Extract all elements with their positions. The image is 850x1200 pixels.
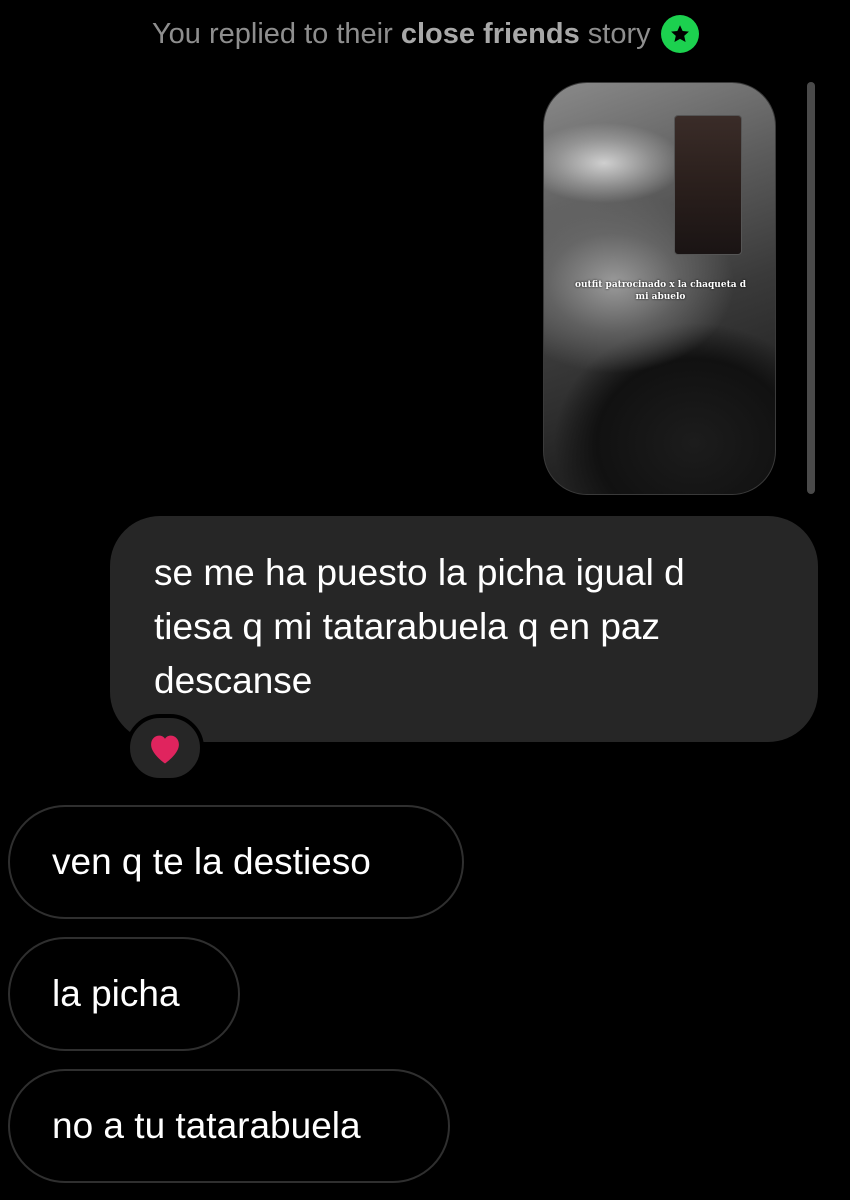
received-message-bubble[interactable]: la picha [8,937,240,1051]
scrollbar[interactable] [807,82,815,494]
story-thumbnail[interactable]: outfit patrocinado x la chaqueta d mi ab… [543,82,776,495]
context-prefix-text: You replied to their [152,17,393,50]
message-line: descanse [154,660,313,701]
message-line: tiesa q mi tatarabuela q en paz [154,606,660,647]
reaction-badge[interactable] [126,714,204,782]
story-caption-line: mi abuelo [635,292,686,302]
story-inner-photo [674,115,742,255]
close-friends-star-icon [660,15,699,53]
story-caption: outfit patrocinado x la chaqueta d mi ab… [544,279,775,303]
received-message-bubble[interactable]: ven q te la destieso [8,805,464,919]
sent-message-bubble[interactable]: se me ha puesto la picha igual d tiesa q… [110,516,818,742]
message-text: no a tu tatarabuela [52,1105,361,1146]
heart-icon [151,735,179,764]
received-message-bubble[interactable]: no a tu tatarabuela [8,1069,450,1183]
story-caption-line: outfit patrocinado x la chaqueta d [575,280,746,290]
context-suffix-text: story [587,17,651,50]
message-line: se me ha puesto la picha igual d [154,552,685,593]
story-reply-context: You replied to their close friends story [152,14,792,54]
message-text: ven q te la destieso [52,841,371,882]
close-friends-label: close friends [400,17,580,50]
message-text: la picha [52,973,180,1014]
